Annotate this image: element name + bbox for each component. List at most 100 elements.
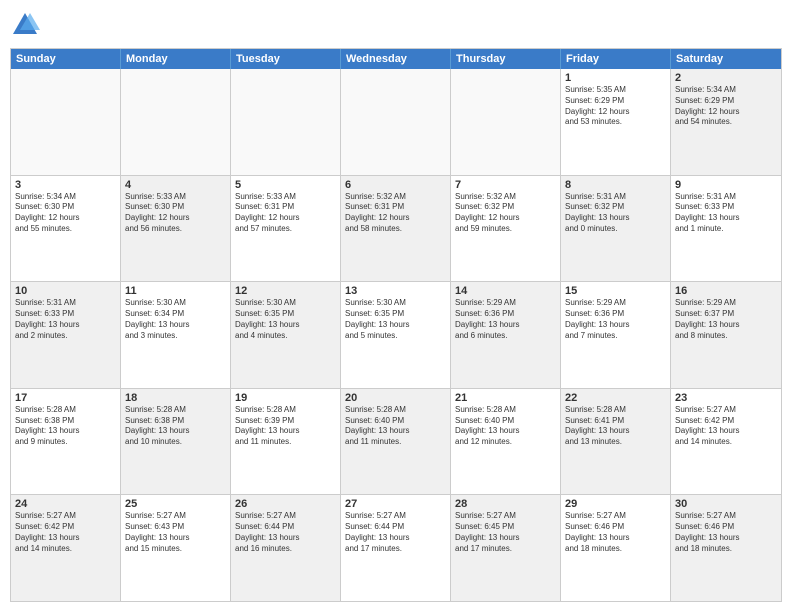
day-number: 8: [565, 179, 666, 191]
day-info: Sunrise: 5:29 AM Sunset: 6:36 PM Dayligh…: [455, 298, 556, 341]
cal-cell: 1Sunrise: 5:35 AM Sunset: 6:29 PM Daylig…: [561, 69, 671, 175]
day-number: 7: [455, 179, 556, 191]
cal-header-cell: Monday: [121, 49, 231, 69]
day-number: 25: [125, 498, 226, 510]
cal-header-cell: Friday: [561, 49, 671, 69]
cal-cell: 4Sunrise: 5:33 AM Sunset: 6:30 PM Daylig…: [121, 176, 231, 282]
day-info: Sunrise: 5:27 AM Sunset: 6:46 PM Dayligh…: [565, 511, 666, 554]
day-info: Sunrise: 5:32 AM Sunset: 6:32 PM Dayligh…: [455, 192, 556, 235]
day-info: Sunrise: 5:30 AM Sunset: 6:35 PM Dayligh…: [345, 298, 446, 341]
day-number: 16: [675, 285, 777, 297]
day-number: 11: [125, 285, 226, 297]
day-number: 30: [675, 498, 777, 510]
cal-cell: 25Sunrise: 5:27 AM Sunset: 6:43 PM Dayli…: [121, 495, 231, 601]
day-info: Sunrise: 5:30 AM Sunset: 6:35 PM Dayligh…: [235, 298, 336, 341]
cal-cell: [11, 69, 121, 175]
day-info: Sunrise: 5:27 AM Sunset: 6:44 PM Dayligh…: [345, 511, 446, 554]
day-info: Sunrise: 5:31 AM Sunset: 6:33 PM Dayligh…: [15, 298, 116, 341]
day-number: 24: [15, 498, 116, 510]
cal-cell: 10Sunrise: 5:31 AM Sunset: 6:33 PM Dayli…: [11, 282, 121, 388]
day-info: Sunrise: 5:29 AM Sunset: 6:36 PM Dayligh…: [565, 298, 666, 341]
cal-cell: 7Sunrise: 5:32 AM Sunset: 6:32 PM Daylig…: [451, 176, 561, 282]
day-number: 15: [565, 285, 666, 297]
day-number: 13: [345, 285, 446, 297]
day-info: Sunrise: 5:33 AM Sunset: 6:31 PM Dayligh…: [235, 192, 336, 235]
cal-cell: 22Sunrise: 5:28 AM Sunset: 6:41 PM Dayli…: [561, 389, 671, 495]
day-info: Sunrise: 5:27 AM Sunset: 6:43 PM Dayligh…: [125, 511, 226, 554]
day-info: Sunrise: 5:34 AM Sunset: 6:30 PM Dayligh…: [15, 192, 116, 235]
cal-row: 1Sunrise: 5:35 AM Sunset: 6:29 PM Daylig…: [11, 69, 781, 176]
cal-cell: 11Sunrise: 5:30 AM Sunset: 6:34 PM Dayli…: [121, 282, 231, 388]
cal-row: 3Sunrise: 5:34 AM Sunset: 6:30 PM Daylig…: [11, 176, 781, 283]
calendar-body: 1Sunrise: 5:35 AM Sunset: 6:29 PM Daylig…: [11, 69, 781, 601]
cal-cell: 18Sunrise: 5:28 AM Sunset: 6:38 PM Dayli…: [121, 389, 231, 495]
day-info: Sunrise: 5:27 AM Sunset: 6:42 PM Dayligh…: [15, 511, 116, 554]
day-info: Sunrise: 5:27 AM Sunset: 6:46 PM Dayligh…: [675, 511, 777, 554]
cal-cell: 26Sunrise: 5:27 AM Sunset: 6:44 PM Dayli…: [231, 495, 341, 601]
cal-cell: 21Sunrise: 5:28 AM Sunset: 6:40 PM Dayli…: [451, 389, 561, 495]
day-info: Sunrise: 5:31 AM Sunset: 6:33 PM Dayligh…: [675, 192, 777, 235]
day-number: 2: [675, 72, 777, 84]
day-number: 12: [235, 285, 336, 297]
cal-header-cell: Sunday: [11, 49, 121, 69]
day-number: 17: [15, 392, 116, 404]
day-info: Sunrise: 5:27 AM Sunset: 6:45 PM Dayligh…: [455, 511, 556, 554]
logo-icon: [10, 10, 40, 40]
day-number: 4: [125, 179, 226, 191]
cal-cell: 24Sunrise: 5:27 AM Sunset: 6:42 PM Dayli…: [11, 495, 121, 601]
day-info: Sunrise: 5:28 AM Sunset: 6:40 PM Dayligh…: [455, 405, 556, 448]
cal-cell: 2Sunrise: 5:34 AM Sunset: 6:29 PM Daylig…: [671, 69, 781, 175]
cal-header-cell: Tuesday: [231, 49, 341, 69]
day-number: 1: [565, 72, 666, 84]
cal-row: 17 Sunrise: 5:28 AM Sunset: 6:38 PM Dayli…: [11, 389, 781, 496]
cal-cell: [121, 69, 231, 175]
cal-cell: 20Sunrise: 5:28 AM Sunset: 6:40 PM Dayli…: [341, 389, 451, 495]
day-info: Sunrise: 5:27 AM Sunset: 6:42 PM Dayligh…: [675, 405, 777, 448]
day-info: Sunrise: 5:29 AM Sunset: 6:37 PM Dayligh…: [675, 298, 777, 341]
day-number: 28: [455, 498, 556, 510]
cal-row: 10Sunrise: 5:31 AM Sunset: 6:33 PM Dayli…: [11, 282, 781, 389]
cal-cell: 14Sunrise: 5:29 AM Sunset: 6:36 PM Dayli…: [451, 282, 561, 388]
cal-cell: 19Sunrise: 5:28 AM Sunset: 6:39 PM Dayli…: [231, 389, 341, 495]
day-number: 9: [675, 179, 777, 191]
day-info: Sunrise: 5:28 AM Sunset: 6:39 PM Dayligh…: [235, 405, 336, 448]
day-number: 21: [455, 392, 556, 404]
day-number: 5: [235, 179, 336, 191]
day-number: 29: [565, 498, 666, 510]
cal-cell: 17Sunrise: 5:28 AM Sunset: 6:38 PM Dayli…: [11, 389, 121, 495]
day-info: Sunrise: 5:31 AM Sunset: 6:32 PM Dayligh…: [565, 192, 666, 235]
cal-cell: 30Sunrise: 5:27 AM Sunset: 6:46 PM Dayli…: [671, 495, 781, 601]
day-number: 27: [345, 498, 446, 510]
logo: [10, 10, 44, 40]
cal-cell: 13Sunrise: 5:30 AM Sunset: 6:35 PM Dayli…: [341, 282, 451, 388]
cal-cell: 15Sunrise: 5:29 AM Sunset: 6:36 PM Dayli…: [561, 282, 671, 388]
day-info: Sunrise: 5:35 AM Sunset: 6:29 PM Dayligh…: [565, 85, 666, 128]
cal-cell: [231, 69, 341, 175]
cal-cell: 5Sunrise: 5:33 AM Sunset: 6:31 PM Daylig…: [231, 176, 341, 282]
day-number: 3: [15, 179, 116, 191]
day-number: 22: [565, 392, 666, 404]
day-info: Sunrise: 5:27 AM Sunset: 6:44 PM Dayligh…: [235, 511, 336, 554]
cal-header-cell: Wednesday: [341, 49, 451, 69]
day-info: Sunrise: 5:28 AM Sunset: 6:41 PM Dayligh…: [565, 405, 666, 448]
cal-cell: 28Sunrise: 5:27 AM Sunset: 6:45 PM Dayli…: [451, 495, 561, 601]
day-number: 18: [125, 392, 226, 404]
day-number: 19: [235, 392, 336, 404]
calendar-header: SundayMondayTuesdayWednesdayThursdayFrid…: [11, 49, 781, 69]
day-number: 23: [675, 392, 777, 404]
cal-cell: 9Sunrise: 5:31 AM Sunset: 6:33 PM Daylig…: [671, 176, 781, 282]
cal-cell: 8Sunrise: 5:31 AM Sunset: 6:32 PM Daylig…: [561, 176, 671, 282]
cal-cell: 3Sunrise: 5:34 AM Sunset: 6:30 PM Daylig…: [11, 176, 121, 282]
day-number: 26: [235, 498, 336, 510]
page: SundayMondayTuesdayWednesdayThursdayFrid…: [0, 0, 792, 612]
day-number: 6: [345, 179, 446, 191]
header: [10, 10, 782, 40]
day-info: Sunrise: 5:33 AM Sunset: 6:30 PM Dayligh…: [125, 192, 226, 235]
cal-header-cell: Saturday: [671, 49, 781, 69]
cal-cell: [451, 69, 561, 175]
cal-cell: 27Sunrise: 5:27 AM Sunset: 6:44 PM Dayli…: [341, 495, 451, 601]
cal-cell: 6Sunrise: 5:32 AM Sunset: 6:31 PM Daylig…: [341, 176, 451, 282]
day-info: Sunrise: 5:28 AM Sunset: 6:38 PM Dayligh…: [125, 405, 226, 448]
cal-header-cell: Thursday: [451, 49, 561, 69]
day-info: Sunrise: 5:30 AM Sunset: 6:34 PM Dayligh…: [125, 298, 226, 341]
